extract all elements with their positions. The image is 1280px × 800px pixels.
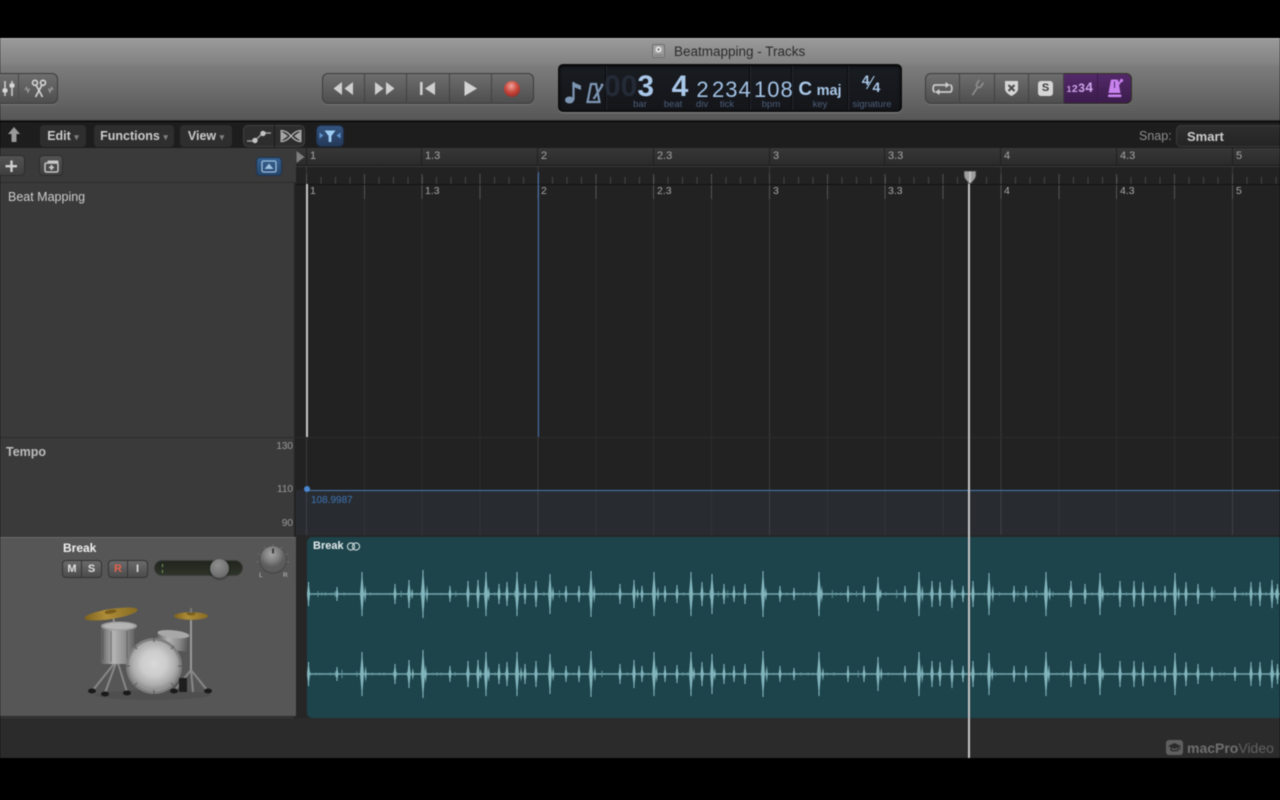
svg-text:R: R — [283, 572, 288, 579]
svg-text:L: L — [259, 572, 263, 579]
